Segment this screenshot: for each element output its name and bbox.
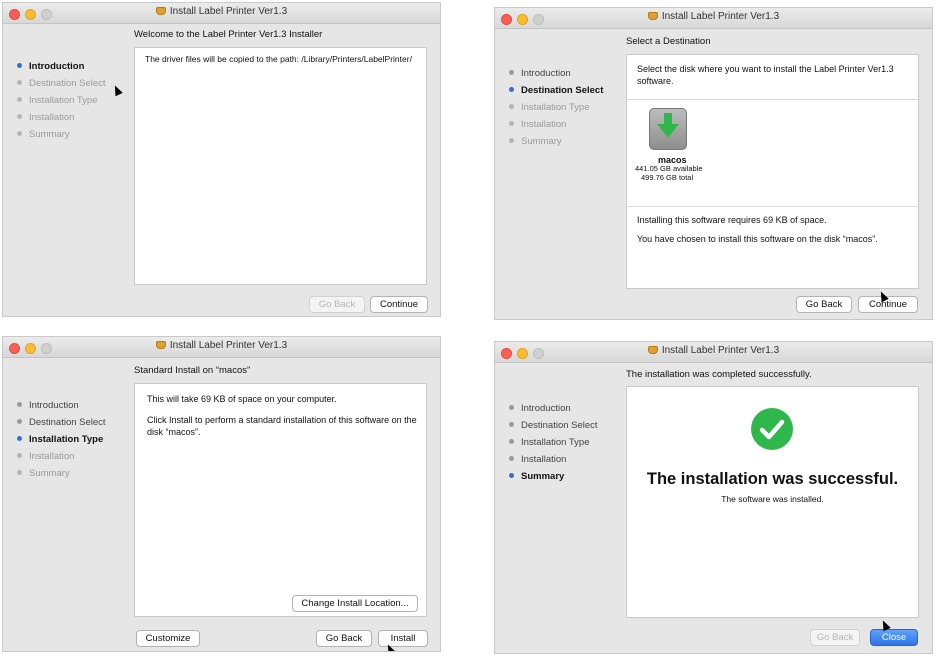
intro-text: The driver files will be copied to the p… — [145, 54, 412, 64]
window-title: Install Label Printer Ver1.3 — [169, 340, 288, 351]
step-destination-select: Destination Select — [17, 414, 132, 431]
success-title: The installation was successful. — [646, 470, 899, 488]
step-dot-icon — [509, 138, 514, 143]
step-dot-icon — [509, 473, 514, 478]
step-dot-icon — [509, 121, 514, 126]
step-introduction: Introduction — [17, 397, 132, 414]
go-back-button[interactable]: Go Back — [810, 629, 860, 646]
download-arrow-icon — [657, 113, 679, 138]
step-destination-select: Destination Select — [509, 417, 624, 434]
step-destination-select: Destination Select — [509, 82, 624, 99]
step-installation: Installation — [17, 448, 132, 465]
installer-window-installation-type: Install Label Printer Ver1.3 Standard In… — [2, 336, 441, 652]
step-dot-icon — [509, 70, 514, 75]
page-heading: Standard Install on “macos” — [134, 365, 251, 376]
go-back-button[interactable]: Go Back — [796, 296, 852, 313]
space-info-text: This will take 69 KB of space on your co… — [147, 394, 337, 404]
page-heading: Welcome to the Label Printer Ver1.3 Inst… — [134, 29, 323, 40]
window-title: Install Label Printer Ver1.3 — [661, 345, 780, 356]
step-dot-icon — [17, 436, 22, 441]
package-icon — [155, 341, 166, 349]
install-instructions-text: Click Install to perform a standard inst… — [147, 415, 417, 437]
title-bar[interactable]: Install Label Printer Ver1.3 — [3, 337, 440, 358]
window-title: Install Label Printer Ver1.3 — [661, 11, 780, 22]
space-required-text: Installing this software requires 69 KB … — [637, 215, 827, 225]
installer-window-summary: Install Label Printer Ver1.3 The install… — [494, 341, 933, 654]
step-dot-icon — [17, 80, 22, 85]
divider — [627, 206, 918, 207]
package-icon — [155, 7, 166, 15]
go-back-button[interactable]: Go Back — [316, 630, 372, 647]
chosen-disk-text: You have chosen to install this software… — [637, 234, 878, 244]
content-panel: The installation was successful. The sof… — [626, 386, 919, 618]
step-installation-type: Installation Type — [509, 99, 624, 116]
package-icon — [647, 346, 658, 354]
step-dot-icon — [17, 114, 22, 119]
installer-window-introduction: Install Label Printer Ver1.3 Welcome to … — [2, 2, 441, 317]
step-introduction: Introduction — [17, 58, 132, 75]
step-dot-icon — [509, 87, 514, 92]
step-dot-icon — [509, 104, 514, 109]
step-installation-type: Installation Type — [509, 434, 624, 451]
divider — [627, 99, 918, 100]
page-heading: Select a Destination — [626, 36, 711, 47]
steps-sidebar: Introduction Destination Select Installa… — [17, 397, 132, 482]
page-heading: The installation was completed successfu… — [626, 369, 812, 380]
step-installation: Installation — [509, 116, 624, 133]
step-summary: Summary — [509, 468, 624, 485]
go-back-button[interactable]: Go Back — [309, 296, 365, 313]
step-dot-icon — [509, 405, 514, 410]
content-panel: The driver files will be copied to the p… — [134, 47, 427, 285]
success-check-icon — [751, 408, 793, 450]
destination-prompt: Select the disk where you want to instal… — [637, 64, 894, 86]
title-bar[interactable]: Install Label Printer Ver1.3 — [495, 342, 932, 363]
step-summary: Summary — [17, 465, 132, 482]
step-dot-icon — [17, 453, 22, 458]
steps-sidebar: Introduction Destination Select Installa… — [509, 65, 624, 150]
step-dot-icon — [509, 422, 514, 427]
change-install-location-button[interactable]: Change Install Location... — [292, 595, 418, 612]
window-title: Install Label Printer Ver1.3 — [169, 6, 288, 17]
step-dot-icon — [17, 470, 22, 475]
step-summary: Summary — [509, 133, 624, 150]
steps-sidebar: Introduction Destination Select Installa… — [509, 400, 624, 485]
step-summary: Summary — [17, 126, 132, 143]
step-introduction: Introduction — [509, 65, 624, 82]
continue-button[interactable]: Continue — [370, 296, 428, 313]
step-introduction: Introduction — [509, 400, 624, 417]
disk-total: 499.76 GB total — [641, 173, 694, 182]
content-panel: This will take 69 KB of space on your co… — [134, 383, 427, 617]
title-bar[interactable]: Install Label Printer Ver1.3 — [495, 8, 932, 29]
steps-sidebar: Introduction Destination Select Installa… — [17, 58, 132, 143]
step-dot-icon — [17, 97, 22, 102]
step-dot-icon — [509, 456, 514, 461]
installer-window-destination: Install Label Printer Ver1.3 Select a De… — [494, 7, 933, 320]
close-button[interactable]: Close — [870, 629, 918, 646]
step-dot-icon — [17, 131, 22, 136]
content-panel: Select the disk where you want to instal… — [626, 54, 919, 289]
title-bar[interactable]: Install Label Printer Ver1.3 — [3, 3, 440, 24]
step-installation-type: Installation Type — [17, 431, 132, 448]
customize-button[interactable]: Customize — [136, 630, 200, 647]
step-dot-icon — [17, 419, 22, 424]
package-icon — [647, 12, 658, 20]
step-installation: Installation — [17, 109, 132, 126]
step-dot-icon — [509, 439, 514, 444]
disk-macos-icon[interactable] — [649, 108, 687, 150]
success-subtitle: The software was installed. — [721, 494, 824, 504]
step-installation: Installation — [509, 451, 624, 468]
step-dot-icon — [17, 402, 22, 407]
step-dot-icon — [17, 63, 22, 68]
